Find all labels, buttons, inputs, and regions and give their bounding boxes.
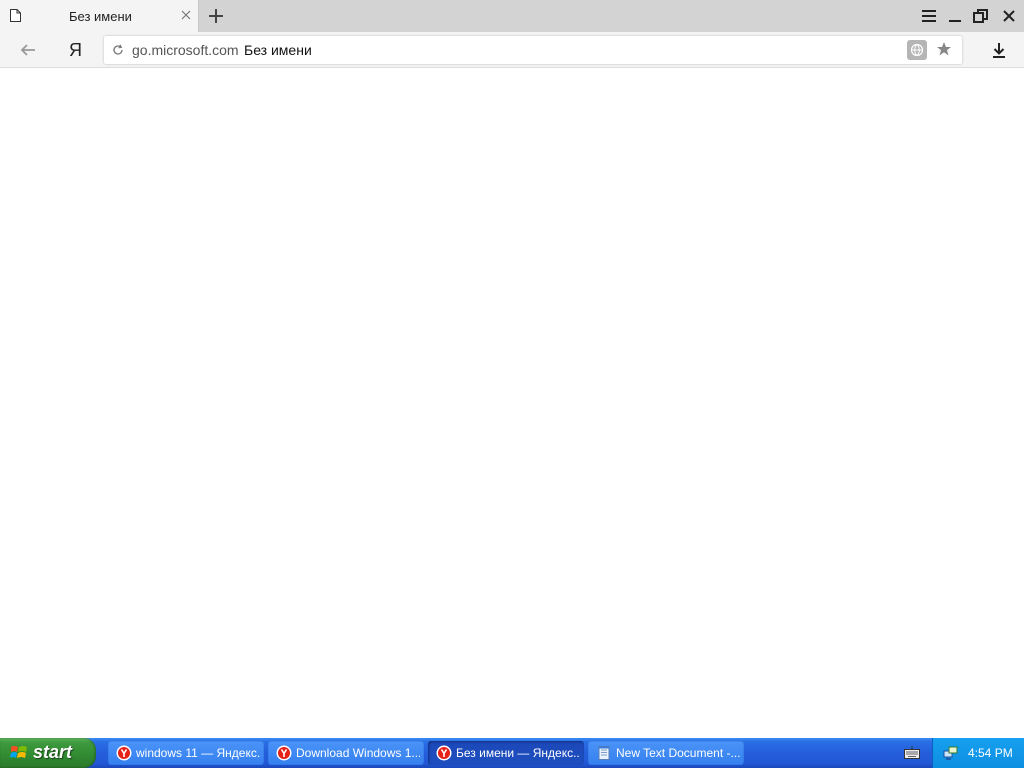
notepad-icon xyxy=(598,746,610,760)
yandex-browser-icon xyxy=(436,745,452,761)
start-label: start xyxy=(33,742,73,762)
start-button[interactable]: start xyxy=(0,738,96,768)
minimize-icon[interactable] xyxy=(946,7,964,25)
tab-strip: Без имени xyxy=(0,0,1024,32)
system-tray: 4:54 PM xyxy=(932,738,1024,768)
address-bar[interactable]: go.microsoft.com Без имени xyxy=(104,36,962,64)
windows-flag-icon xyxy=(10,746,27,758)
taskbar-button-label: Download Windows 1... xyxy=(296,746,420,760)
taskbar-button-label: New Text Document -... xyxy=(616,746,740,760)
clock[interactable]: 4:54 PM xyxy=(968,746,1013,760)
download-icon[interactable] xyxy=(989,40,1009,60)
taskbar: start windows 11 — Яндекс... Download Wi… xyxy=(0,738,1024,768)
taskbar-button-label: windows 11 — Яндекс... xyxy=(136,746,260,760)
network-icon[interactable] xyxy=(943,745,959,761)
yandex-browser-icon xyxy=(116,745,132,761)
url-domain: go.microsoft.com xyxy=(132,42,239,58)
browser-toolbar: Я go.microsoft.com Без имени xyxy=(0,32,1024,68)
url-page-title: Без имени xyxy=(244,42,312,58)
restore-icon[interactable] xyxy=(972,7,990,25)
yandex-browser-icon xyxy=(276,745,292,761)
taskbar-button[interactable]: Download Windows 1... xyxy=(268,741,424,765)
back-arrow-icon[interactable] xyxy=(18,40,38,60)
keyboard-layout-icon[interactable] xyxy=(904,746,920,760)
tab-title: Без имени xyxy=(69,9,132,24)
taskbar-button-label: Без имени — Яндекс... xyxy=(456,746,580,760)
page-icon xyxy=(10,9,21,22)
close-window-icon[interactable] xyxy=(1000,7,1018,25)
yandex-logo[interactable]: Я xyxy=(69,40,82,60)
tab-active[interactable]: Без имени xyxy=(0,0,199,32)
new-tab-button[interactable] xyxy=(206,6,226,26)
bookmark-star-icon[interactable] xyxy=(934,39,954,59)
taskbar-button[interactable]: windows 11 — Яндекс... xyxy=(108,741,264,765)
menu-icon[interactable] xyxy=(920,7,938,25)
close-tab-icon[interactable] xyxy=(179,8,193,22)
translate-icon[interactable] xyxy=(907,40,927,60)
page-content[interactable] xyxy=(0,68,1024,738)
reload-icon[interactable] xyxy=(112,44,124,56)
taskbar-button-active[interactable]: Без имени — Яндекс... xyxy=(428,741,584,765)
taskbar-button[interactable]: New Text Document -... xyxy=(588,741,744,765)
